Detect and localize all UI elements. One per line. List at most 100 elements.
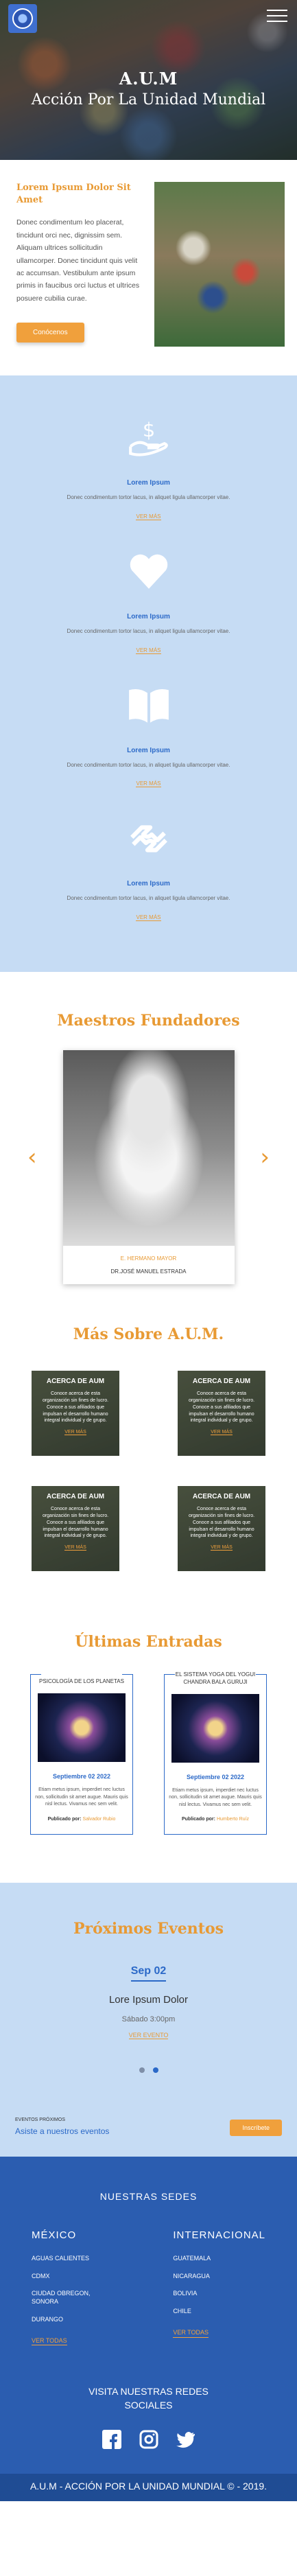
view-all-link[interactable]: VER TODAS: [173, 2329, 209, 2338]
copyright: A.U.M - ACCIÓN POR LA UNIDAD MUNDIAL © -…: [0, 2474, 297, 2502]
service-text: Donec condimentum tortor lacus, in aliqu…: [67, 494, 230, 500]
upcoming-events-label: EVENTOS PRÓXIMOS: [15, 2117, 65, 2123]
post-excerpt: Etiam metus ipsum, imperdiet nec luctus …: [35, 1787, 128, 1807]
events-section: Próximos Eventos Sep 02 Lore Ipsum Dolor…: [0, 1883, 297, 2157]
hamburger-menu-icon[interactable]: [267, 10, 287, 26]
founder-role: E. HERMANO MAYOR: [120, 1255, 177, 1262]
about-tile[interactable]: ACERCA DE AUM Conoce acerca de esta orga…: [178, 1371, 265, 1457]
mexico-column: MÉXICO AGUAS CALIENTES CDMX CIUDAD OBREG…: [32, 2229, 107, 2355]
service-more-link[interactable]: VER MÁS: [136, 513, 161, 520]
founders-title: Maestros Fundadores: [57, 1012, 240, 1030]
location-link[interactable]: CIUDAD OBREGON, SONORA: [32, 2290, 107, 2306]
post-date: Septiembre 02 2022: [186, 1773, 245, 1780]
social-title: VISITA NUESTRAS REDES SOCIALES: [88, 2386, 209, 2411]
facebook-icon[interactable]: [102, 2430, 121, 2450]
heart-icon: [130, 554, 167, 589]
location-link[interactable]: CDMX: [32, 2273, 107, 2281]
svg-text:$: $: [142, 418, 154, 441]
service-title: Lorem Ipsum: [127, 880, 170, 888]
service-title: Lorem Ipsum: [127, 479, 170, 487]
site-logo[interactable]: [8, 4, 37, 33]
carousel-next-icon[interactable]: ›: [260, 1144, 270, 1171]
carousel-dot[interactable]: [152, 2067, 158, 2074]
location-link[interactable]: GUATEMALA: [173, 2255, 265, 2263]
service-more-link[interactable]: VER MÁS: [136, 647, 161, 654]
about-tile[interactable]: ACERCA DE AUM Conoce acerca de esta orga…: [32, 1486, 119, 1572]
tile-more-link[interactable]: VER MÁS: [211, 1545, 233, 1551]
post-author-line: Publicado por: Humberto Ruíz: [169, 1817, 262, 1822]
event-view-link[interactable]: VER EVENTO: [128, 2032, 169, 2040]
hand-money-icon: $: [128, 418, 168, 456]
service-item: Lorem Ipsum Donec condimentum tortor lac…: [0, 671, 297, 804]
view-all-link[interactable]: VER TODAS: [32, 2337, 67, 2346]
column-title: MÉXICO: [32, 2229, 77, 2242]
tile-more-link[interactable]: VER MÁS: [64, 1545, 86, 1551]
tile-title: ACERCA DE AUM: [192, 1493, 251, 1501]
service-more-link[interactable]: VER MÁS: [136, 914, 161, 922]
more-about-title: Más Sobre A.U.M.: [73, 1325, 224, 1344]
hero-title-line1: A.U.M: [119, 69, 178, 89]
service-item: Lorem Ipsum Donec condimentum tortor lac…: [0, 537, 297, 671]
tile-more-link[interactable]: VER MÁS: [64, 1430, 86, 1436]
intro-title: Lorem Ipsum Dolor Sit Amet: [16, 183, 131, 206]
services-section: $ Lorem Ipsum Donec condimentum tortor l…: [0, 375, 297, 973]
assist-events-text: Asiste a nuestros eventos: [15, 2126, 110, 2137]
service-item: $ Lorem Ipsum Donec condimentum tortor l…: [0, 403, 297, 537]
location-link[interactable]: BOLIVIA: [173, 2290, 265, 2298]
footer-title: NUESTRAS SEDES: [99, 2191, 198, 2203]
intro-section: Lorem Ipsum Dolor Sit Amet Donec condime…: [0, 160, 297, 369]
post-card[interactable]: EL SISTEMA YOGA DEL YOGUI CHANDRA BALA G…: [164, 1671, 267, 1835]
about-tile[interactable]: ACERCA DE AUM Conoce acerca de esta orga…: [178, 1486, 265, 1572]
tile-text: Conoce acerca de esta organización sin f…: [188, 1507, 255, 1539]
founder-photo: [62, 1050, 235, 1246]
tile-title: ACERCA DE AUM: [46, 1493, 105, 1501]
post-title: PSICOLOGÍA DE LOS PLANETAS: [35, 1678, 128, 1686]
post-title: EL SISTEMA YOGA DEL YOGUI CHANDRA BALA G…: [169, 1671, 262, 1686]
events-title: Próximos Eventos: [73, 1920, 224, 1938]
post-excerpt: Etiam metus ipsum, imperdiet nec luctus …: [169, 1787, 262, 1807]
post-image: [171, 1693, 259, 1763]
location-link[interactable]: AGUAS CALIENTES: [32, 2255, 107, 2263]
service-text: Donec condimentum tortor lacus, in aliqu…: [67, 761, 230, 768]
tile-text: Conoce acerca de esta organización sin f…: [42, 1391, 109, 1424]
inscribete-button[interactable]: Inscríbete: [230, 2120, 282, 2137]
post-author[interactable]: Humberto Ruíz: [217, 1817, 249, 1822]
service-more-link[interactable]: VER MÁS: [136, 780, 161, 788]
location-link[interactable]: CHILE: [173, 2308, 265, 2316]
post-author-line: Publicado por: Salvador Rubio: [35, 1817, 128, 1822]
service-item: Lorem Ipsum Donec condimentum tortor lac…: [0, 804, 297, 938]
tile-more-link[interactable]: VER MÁS: [211, 1430, 233, 1436]
conocenos-button[interactable]: Conócenos: [16, 323, 84, 343]
location-link[interactable]: NICARAGUA: [173, 2273, 265, 2281]
founder-card: E. HERMANO MAYOR DR.JOSÉ MANUEL ESTRADA: [62, 1050, 235, 1285]
tile-text: Conoce acerca de esta organización sin f…: [188, 1391, 255, 1424]
footer: NUESTRAS SEDES MÉXICO AGUAS CALIENTES CD…: [0, 2157, 297, 2502]
tile-text: Conoce acerca de esta organización sin f…: [42, 1507, 109, 1539]
intro-photo: [154, 182, 285, 347]
location-link[interactable]: DURANGO: [32, 2316, 107, 2324]
service-title: Lorem Ipsum: [127, 612, 170, 620]
founders-section: Maestros Fundadores ‹ E. HERMANO MAYOR D…: [0, 972, 297, 1312]
hero: A.U.M Acción Por La Unidad Mundial: [0, 0, 297, 160]
intro-body: Donec condimentum leo placerat, tincidun…: [16, 218, 140, 303]
more-about-section: Más Sobre A.U.M. ACERCA DE AUM Conoce ac…: [0, 1312, 297, 1599]
international-column: INTERNACIONAL GUATEMALA NICARAGUA BOLIVI…: [173, 2229, 265, 2355]
post-by-label: Publicado por:: [181, 1817, 215, 1822]
post-image: [38, 1693, 126, 1763]
instagram-icon[interactable]: [139, 2430, 158, 2449]
carousel-prev-icon[interactable]: ‹: [27, 1144, 37, 1171]
tile-title: ACERCA DE AUM: [46, 1378, 105, 1386]
post-card[interactable]: PSICOLOGÍA DE LOS PLANETAS Septiembre 02…: [30, 1674, 133, 1835]
latest-posts-section: Últimas Entradas PSICOLOGÍA DE LOS PLANE…: [0, 1599, 297, 1883]
post-date: Septiembre 02 2022: [52, 1773, 111, 1780]
service-text: Donec condimentum tortor lacus, in aliqu…: [67, 895, 230, 902]
twitter-icon[interactable]: [176, 2430, 195, 2449]
event-title: Lore Ipsum Dolor: [108, 1994, 189, 2006]
event-date: Sep 02: [130, 1965, 167, 1982]
founder-name: DR.JOSÉ MANUEL ESTRADA: [110, 1268, 187, 1275]
hero-title: A.U.M Acción Por La Unidad Mundial: [0, 69, 297, 108]
post-author[interactable]: Salvador Rubio: [83, 1817, 116, 1822]
service-title: Lorem Ipsum: [127, 746, 170, 754]
about-tile[interactable]: ACERCA DE AUM Conoce acerca de esta orga…: [32, 1371, 119, 1457]
carousel-dot[interactable]: [139, 2067, 145, 2074]
